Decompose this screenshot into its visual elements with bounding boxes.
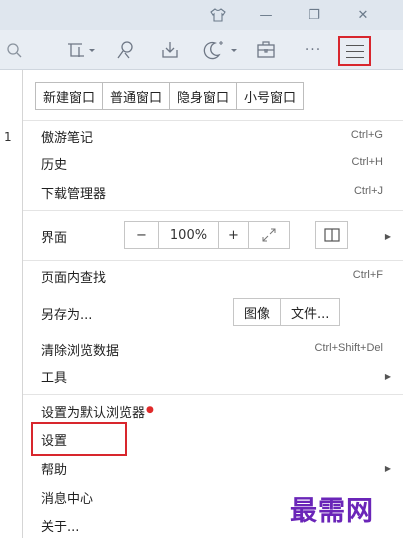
split-view-button[interactable] — [315, 221, 348, 249]
menu-icon — [345, 44, 364, 46]
restore-button[interactable]: ❐ — [303, 4, 325, 26]
night-mode-icon[interactable] — [200, 38, 240, 62]
window-buttons: 新建窗口 普通窗口 隐身窗口 小号窗口 — [35, 82, 305, 110]
menu-item-label: 下载管理器 — [41, 187, 107, 202]
split-view-icon — [323, 228, 340, 242]
incognito-window-button[interactable]: 隐身窗口 — [170, 83, 238, 109]
main-menu: 新建窗口 普通窗口 隐身窗口 小号窗口 傲游笔记 Ctrl+G 历史 Ctrl+… — [22, 70, 403, 538]
fullscreen-button[interactable] — [249, 222, 289, 248]
menu-item-label: 工具 — [41, 371, 68, 386]
download-icon[interactable] — [158, 38, 182, 62]
menu-icon-bar — [345, 56, 364, 58]
menu-button[interactable] — [338, 36, 371, 66]
shortcut-label: Ctrl+J — [353, 185, 383, 197]
save-file-button[interactable]: 文件... — [281, 299, 339, 325]
more-icon[interactable]: ··· — [300, 38, 326, 62]
background-text: 1 — [4, 130, 12, 144]
save-image-button[interactable]: 图像 — [234, 299, 282, 325]
toolbox-icon[interactable] — [254, 38, 278, 62]
chevron-right-icon: ▶ — [384, 464, 391, 473]
menu-item-label: 清除浏览数据 — [41, 344, 120, 359]
chevron-right-icon: ▶ — [384, 372, 391, 381]
separator — [23, 394, 403, 395]
person-icon[interactable] — [114, 38, 138, 62]
close-icon: ✕ — [357, 7, 369, 23]
normal-window-button[interactable]: 普通窗口 — [103, 83, 171, 109]
interface-label: 界面 — [41, 231, 68, 246]
shortcut-label: Ctrl+G — [350, 129, 383, 141]
zoom-in-button[interactable]: + — [219, 222, 249, 248]
menu-item-label: 傲游笔记 — [41, 131, 94, 146]
minimize-icon: — — [259, 7, 273, 23]
menu-item-label: 设置 — [41, 434, 68, 449]
new-window-button[interactable]: 新建窗口 — [36, 83, 104, 109]
shortcut-label: Ctrl+F — [352, 269, 383, 281]
default-browser-label: 设置为默认浏览器 — [41, 406, 146, 421]
menu-item-label: 帮助 — [41, 463, 68, 478]
close-button[interactable]: ✕ — [352, 4, 374, 26]
shortcut-label: Ctrl+Shift+Del — [314, 342, 383, 354]
title-bar: — ❐ ✕ — [0, 0, 403, 30]
menu-item-label: 设置为默认浏览器● — [41, 402, 154, 421]
watermark: 最需网 — [290, 496, 374, 527]
screenshot-icon[interactable] — [64, 38, 98, 62]
menu-item-label: 页面内查找 — [41, 271, 107, 286]
skin-icon[interactable] — [207, 4, 229, 26]
restore-icon: ❐ — [308, 7, 320, 23]
minimize-button[interactable]: — — [255, 4, 277, 26]
zoom-out-button[interactable]: − — [125, 222, 159, 248]
separator — [23, 210, 403, 211]
shortcut-label: Ctrl+H — [351, 156, 383, 168]
search-icon[interactable] — [4, 38, 24, 62]
notification-dot: ● — [146, 404, 154, 415]
chevron-right-icon[interactable]: ▶ — [385, 232, 391, 241]
save-as-label: 另存为... — [41, 308, 93, 323]
small-account-window-button[interactable]: 小号窗口 — [237, 83, 303, 109]
separator — [23, 260, 403, 261]
menu-item-label: 消息中心 — [41, 492, 94, 507]
zoom-level: 100% — [159, 222, 219, 248]
zoom-control: − 100% + — [124, 221, 290, 249]
menu-item-label: 关于... — [41, 520, 80, 535]
save-as-buttons: 图像 文件... — [233, 298, 341, 326]
fullscreen-icon — [262, 228, 276, 242]
menu-icon-bar — [345, 50, 364, 52]
separator — [23, 120, 403, 121]
menu-item-label: 历史 — [41, 158, 68, 173]
